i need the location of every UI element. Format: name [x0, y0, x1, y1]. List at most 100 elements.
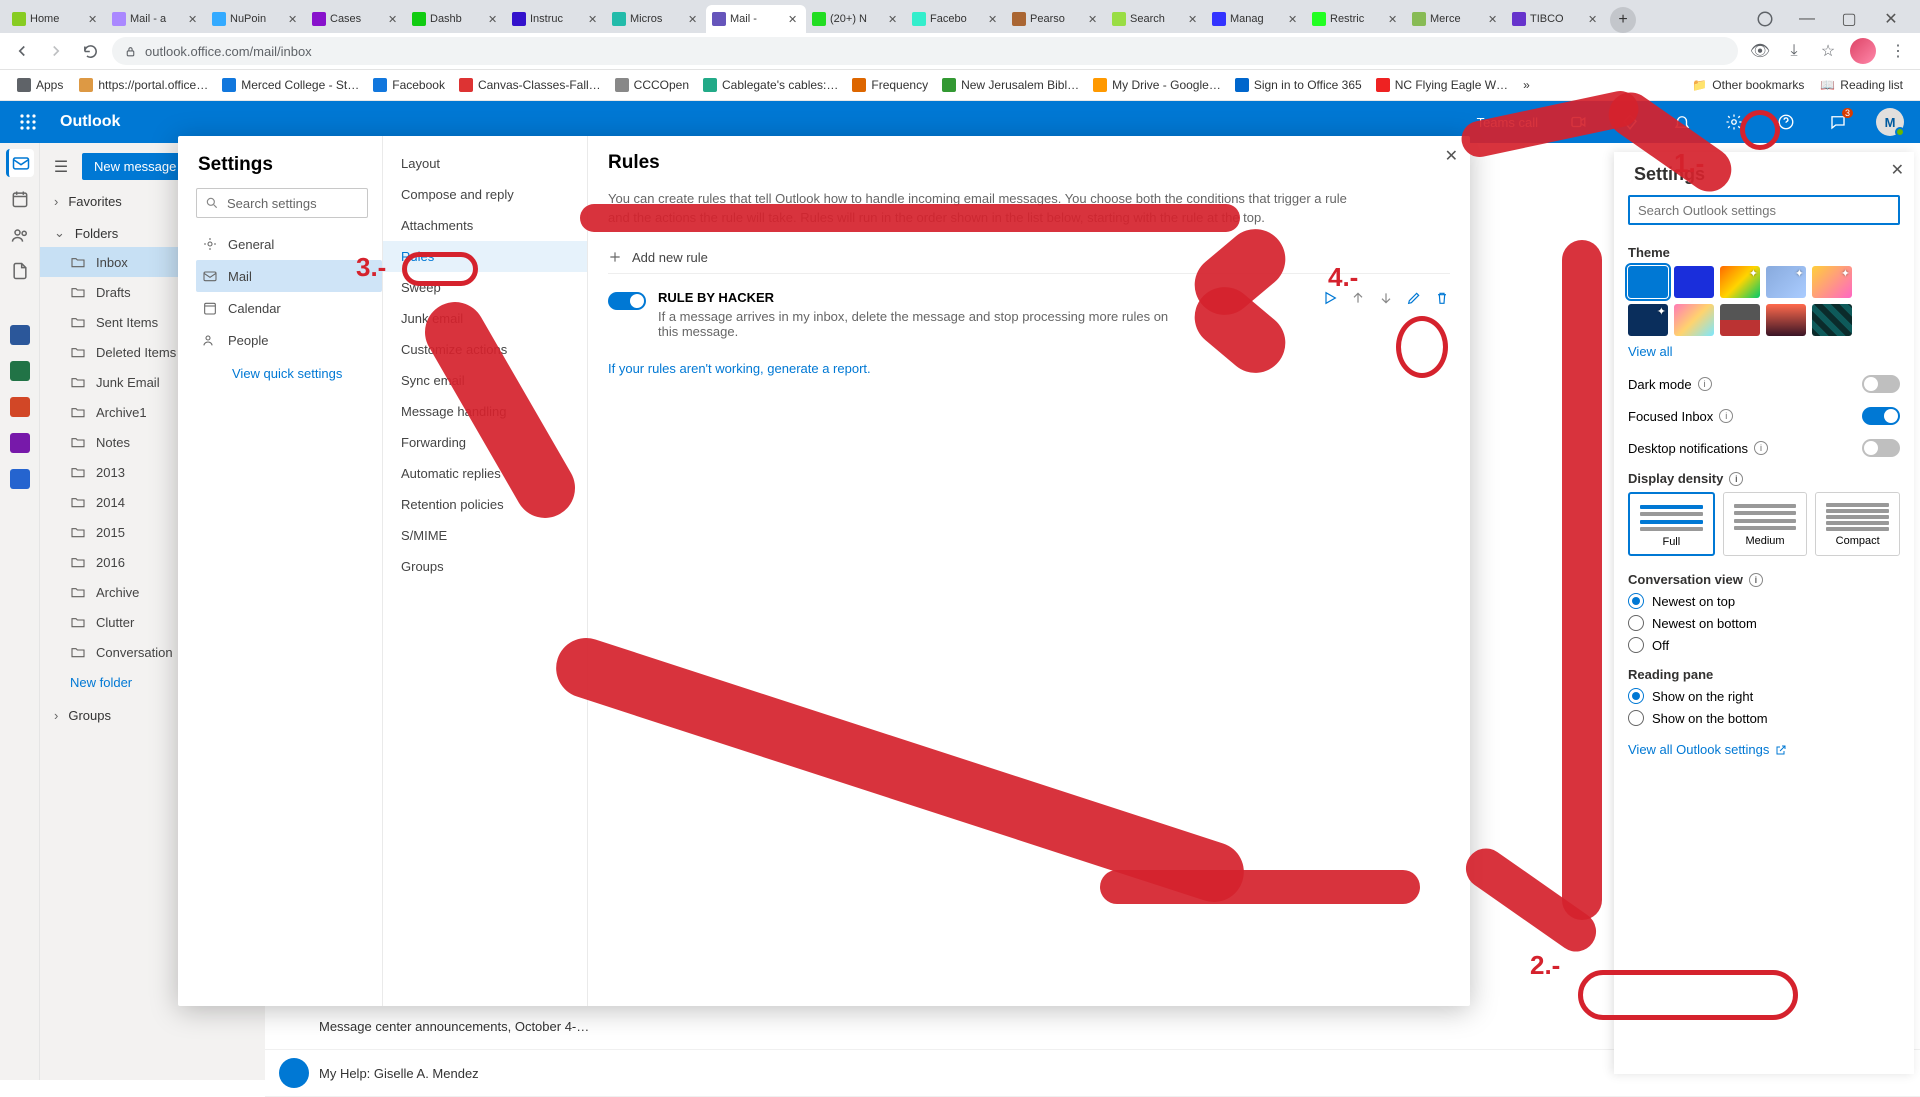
browser-tab[interactable]: NuPoin✕: [206, 5, 306, 33]
view-quick-settings-link[interactable]: View quick settings: [196, 366, 382, 381]
close-icon[interactable]: ✕: [288, 13, 300, 25]
settings-category-general[interactable]: General: [196, 228, 382, 260]
browser-tab[interactable]: Pearso✕: [1006, 5, 1106, 33]
teams-call-button[interactable]: Teams call: [1471, 115, 1544, 130]
bookmark-item[interactable]: Cablegate's cables:…: [696, 75, 845, 95]
info-icon[interactable]: i: [1719, 409, 1733, 423]
theme-view-all-link[interactable]: View all: [1628, 344, 1673, 359]
rail-todo-icon[interactable]: [6, 465, 34, 493]
density-full[interactable]: Full: [1628, 492, 1715, 556]
move-up-icon[interactable]: [1350, 290, 1366, 306]
rp-bottom-radio[interactable]: Show on the bottom: [1628, 710, 1900, 726]
desktop-notifications-toggle[interactable]: [1862, 439, 1900, 457]
other-bookmarks[interactable]: 📁 Other bookmarks: [1685, 75, 1811, 95]
delete-rule-icon[interactable]: [1434, 290, 1450, 306]
bookmark-item[interactable]: https://portal.office…: [72, 75, 215, 95]
browser-tab[interactable]: Search✕: [1106, 5, 1206, 33]
rp-right-radio[interactable]: Show on the right: [1628, 688, 1900, 704]
close-icon[interactable]: ✕: [388, 13, 400, 25]
theme-swatch[interactable]: ✦: [1812, 266, 1852, 298]
move-down-icon[interactable]: [1378, 290, 1394, 306]
conv-newest-top-radio[interactable]: Newest on top: [1628, 593, 1900, 609]
close-icon[interactable]: ✕: [188, 13, 200, 25]
rail-onenote-icon[interactable]: [6, 429, 34, 457]
close-icon[interactable]: ✕: [88, 13, 100, 25]
mail-setting-sync-email[interactable]: Sync email: [383, 365, 587, 396]
gear-icon[interactable]: [1716, 104, 1752, 140]
theme-swatch[interactable]: [1720, 304, 1760, 336]
close-icon[interactable]: ✕: [788, 13, 800, 25]
new-tab-button[interactable]: +: [1610, 7, 1636, 33]
settings-category-mail[interactable]: Mail: [196, 260, 382, 292]
view-all-outlook-settings-link[interactable]: View all Outlook settings: [1628, 742, 1787, 757]
density-medium[interactable]: Medium: [1723, 492, 1808, 556]
bookmark-item[interactable]: CCCOpen: [608, 75, 696, 95]
theme-swatch[interactable]: [1674, 266, 1714, 298]
settings-category-people[interactable]: People: [196, 324, 382, 356]
theme-swatch[interactable]: [1628, 266, 1668, 298]
mail-setting-customize-actions[interactable]: Customize actions: [383, 334, 587, 365]
browser-tab[interactable]: Mail - a✕: [106, 5, 206, 33]
chat-icon[interactable]: 3: [1820, 104, 1856, 140]
bookmark-item[interactable]: Merced College - St…: [215, 75, 366, 95]
theme-swatch[interactable]: [1812, 304, 1852, 336]
install-icon[interactable]: ⤓: [1782, 39, 1806, 63]
run-rule-icon[interactable]: [1322, 290, 1338, 306]
back-button[interactable]: [10, 39, 34, 63]
browser-tab[interactable]: TIBCO✕: [1506, 5, 1606, 33]
generate-report-link[interactable]: If your rules aren't working, generate a…: [608, 361, 871, 376]
focused-inbox-toggle[interactable]: [1862, 407, 1900, 425]
rail-excel-icon[interactable]: [6, 357, 34, 385]
mail-setting-automatic-replies[interactable]: Automatic replies: [383, 458, 587, 489]
window-minimize[interactable]: —: [1792, 5, 1822, 33]
info-icon[interactable]: i: [1754, 441, 1768, 455]
bell-icon[interactable]: [1664, 104, 1700, 140]
density-compact[interactable]: Compact: [1815, 492, 1900, 556]
settings-search-input[interactable]: [1628, 195, 1900, 225]
bookmarks-overflow[interactable]: »: [1517, 78, 1536, 92]
reading-list-button[interactable]: 📖 Reading list: [1813, 75, 1910, 95]
close-icon[interactable]: ✕: [488, 13, 500, 25]
new-message-button[interactable]: New message: [82, 153, 188, 180]
close-icon[interactable]: ✕: [588, 13, 600, 25]
settings-search[interactable]: Search settings: [196, 188, 368, 218]
close-icon[interactable]: ✕: [988, 13, 1000, 25]
mail-setting-layout[interactable]: Layout: [383, 148, 587, 179]
bookmark-item[interactable]: Sign in to Office 365: [1228, 75, 1369, 95]
mail-setting-message-handling[interactable]: Message handling: [383, 396, 587, 427]
dark-mode-toggle[interactable]: [1862, 375, 1900, 393]
mail-setting-retention-policies[interactable]: Retention policies: [383, 489, 587, 520]
mail-setting-attachments[interactable]: Attachments: [383, 210, 587, 241]
window-maximize[interactable]: ▢: [1834, 5, 1864, 33]
mail-setting-junk-email[interactable]: Junk email: [383, 303, 587, 334]
mail-setting-rules[interactable]: Rules: [383, 241, 587, 272]
info-icon[interactable]: i: [1729, 472, 1743, 486]
mail-setting-groups[interactable]: Groups: [383, 551, 587, 582]
close-icon[interactable]: ✕: [688, 13, 700, 25]
rail-powerpoint-icon[interactable]: [6, 393, 34, 421]
user-avatar[interactable]: M: [1872, 104, 1908, 140]
rail-people-icon[interactable]: [6, 221, 34, 249]
theme-swatch[interactable]: ✦: [1628, 304, 1668, 336]
rail-files-icon[interactable]: [6, 257, 34, 285]
close-icon[interactable]: ✕: [1588, 13, 1600, 25]
bookmark-item[interactable]: Facebook: [366, 75, 452, 95]
browser-tab[interactable]: Restric✕: [1306, 5, 1406, 33]
profile-avatar[interactable]: [1850, 38, 1876, 64]
mail-setting-sweep[interactable]: Sweep: [383, 272, 587, 303]
close-icon[interactable]: ✕: [1188, 13, 1200, 25]
browser-tab[interactable]: Instruc✕: [506, 5, 606, 33]
apps-shortcut[interactable]: Apps: [10, 75, 70, 95]
diamond-icon[interactable]: [1612, 104, 1648, 140]
close-icon[interactable]: ✕: [1488, 13, 1500, 25]
browser-tab[interactable]: (20+) N✕: [806, 5, 906, 33]
mail-setting-s-mime[interactable]: S/MIME: [383, 520, 587, 551]
eye-icon[interactable]: 👁: [1748, 39, 1772, 63]
close-icon[interactable]: ✕: [1088, 13, 1100, 25]
browser-tab[interactable]: Cases✕: [306, 5, 406, 33]
forward-button[interactable]: [44, 39, 68, 63]
close-icon[interactable]: ✕: [888, 13, 900, 25]
rule-toggle[interactable]: [608, 292, 646, 310]
browser-tab[interactable]: Home✕: [6, 5, 106, 33]
modal-close-icon[interactable]: ✕: [1445, 146, 1458, 166]
